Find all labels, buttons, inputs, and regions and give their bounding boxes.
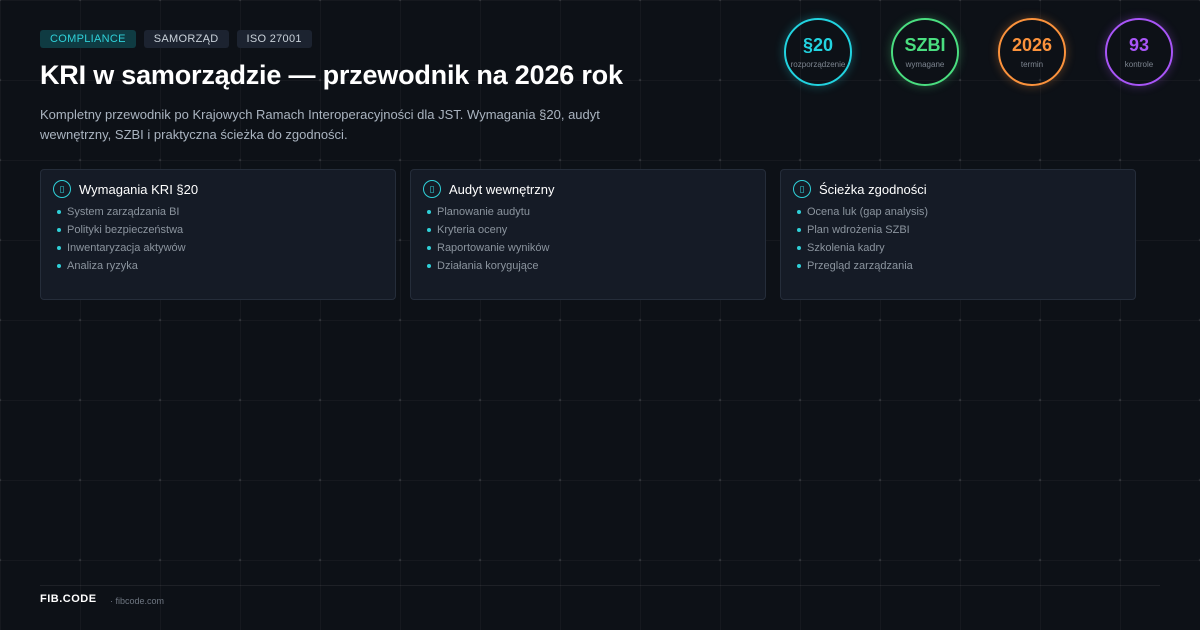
list-item: Działania korygujące [427, 257, 753, 275]
bullet-dot [57, 246, 61, 250]
stat-value: §20 [802, 35, 834, 55]
footer-divider [40, 585, 1160, 586]
bullet-dot [427, 246, 431, 250]
stat-circle-regulation: §20 rozporządzenie [784, 18, 852, 86]
list-item: Szkolenia kadry [797, 239, 1123, 257]
background-dots [0, 0, 1200, 630]
card-compliance-path: ▯ Ścieżka zgodności Ocena luk (gap analy… [780, 169, 1136, 300]
bullet-dot [797, 210, 801, 214]
list-item: Kryteria oceny [427, 221, 753, 239]
site-domain[interactable]: · fibcode.com [110, 596, 164, 606]
card-list: Planowanie audytu Kryteria oceny Raporto… [423, 203, 753, 275]
list-item-text: Szkolenia kadry [807, 242, 885, 254]
bullet-dot [57, 210, 61, 214]
list-item-text: Polityki bezpieczeństwa [67, 224, 184, 236]
stat-value: 2026 [1011, 35, 1053, 55]
list-item-text: Przegląd zarządzania [807, 260, 913, 272]
page-title: KRI w samorządzie — przewodnik na 2026 r… [40, 60, 623, 90]
list-item-text: Ocena luk (gap analysis) [807, 206, 929, 218]
card-row: ▯ Wymagania KRI §20 System zarządzania B… [40, 169, 1136, 300]
card-list: System zarządzania BI Polityki bezpiecze… [53, 203, 383, 275]
stat-value: SZBI [904, 35, 946, 55]
list-item: Przegląd zarządzania [797, 257, 1123, 275]
card-title: Wymagania KRI §20 [79, 181, 199, 197]
document-icon: ▯ [423, 180, 441, 198]
stat-label: rozporządzenie [790, 60, 846, 69]
list-item: System zarządzania BI [57, 203, 383, 221]
bullet-dot [427, 210, 431, 214]
list-item-text: Kryteria oceny [437, 224, 508, 236]
list-item-text: Planowanie audytu [437, 206, 530, 218]
list-item: Plan wdrożenia SZBI [797, 221, 1123, 239]
document-icon: ▯ [53, 180, 71, 198]
list-item: Analiza ryzyka [57, 257, 383, 275]
card-title: Audyt wewnętrzny [449, 181, 555, 197]
bullet-dot [797, 246, 801, 250]
page-description: Kompletny przewodnik po Krajowych Ramach… [40, 107, 600, 142]
list-item: Ocena luk (gap analysis) [797, 203, 1123, 221]
stat-value: 93 [1128, 35, 1150, 55]
brand-logo: FIB.CODE [40, 593, 97, 605]
list-item: Polityki bezpieczeństwa [57, 221, 383, 239]
bullet-dot [797, 228, 801, 232]
stat-circle-controls: 93 kontrole [1105, 18, 1173, 86]
tag-iso: ISO 27001 [236, 30, 312, 48]
stat-label: kontrole [1124, 60, 1154, 69]
bullet-dot [427, 228, 431, 232]
list-item-text: Działania korygujące [437, 260, 539, 272]
bullet-dot [57, 228, 61, 232]
card-title: Ścieżka zgodności [819, 181, 927, 197]
list-item-text: Analiza ryzyka [67, 260, 138, 272]
card-list: Ocena luk (gap analysis) Plan wdrożenia … [793, 203, 1123, 275]
card-requirements: ▯ Wymagania KRI §20 System zarządzania B… [40, 169, 396, 300]
stats-row: §20 rozporządzenie SZBI wymagane 2026 te… [784, 18, 1173, 86]
stat-label: wymagane [905, 60, 945, 69]
tag-list: COMPLIANCE SAMORZĄD ISO 27001 [40, 30, 312, 48]
card-header: ▯ Ścieżka zgodności [793, 180, 1123, 198]
card-header: ▯ Wymagania KRI §20 [53, 180, 383, 198]
document-icon: ▯ [793, 180, 811, 198]
card-header: ▯ Audyt wewnętrzny [423, 180, 753, 198]
bullet-dot [797, 264, 801, 268]
stat-circle-deadline: 2026 termin [998, 18, 1066, 86]
tag-samorzad: SAMORZĄD [143, 30, 229, 48]
bullet-dot [427, 264, 431, 268]
stat-circle-szbi: SZBI wymagane [891, 18, 959, 86]
list-item: Inwentaryzacja aktywów [57, 239, 383, 257]
tag-compliance: COMPLIANCE [40, 30, 136, 48]
list-item-text: Inwentaryzacja aktywów [67, 242, 186, 254]
bullet-dot [57, 264, 61, 268]
card-audit: ▯ Audyt wewnętrzny Planowanie audytu Kry… [410, 169, 766, 300]
list-item: Raportowanie wyników [427, 239, 753, 257]
list-item-text: Raportowanie wyników [437, 242, 550, 254]
stat-label: termin [1020, 60, 1044, 69]
list-item-text: Plan wdrożenia SZBI [807, 224, 910, 236]
list-item-text: System zarządzania BI [67, 206, 180, 218]
list-item: Planowanie audytu [427, 203, 753, 221]
